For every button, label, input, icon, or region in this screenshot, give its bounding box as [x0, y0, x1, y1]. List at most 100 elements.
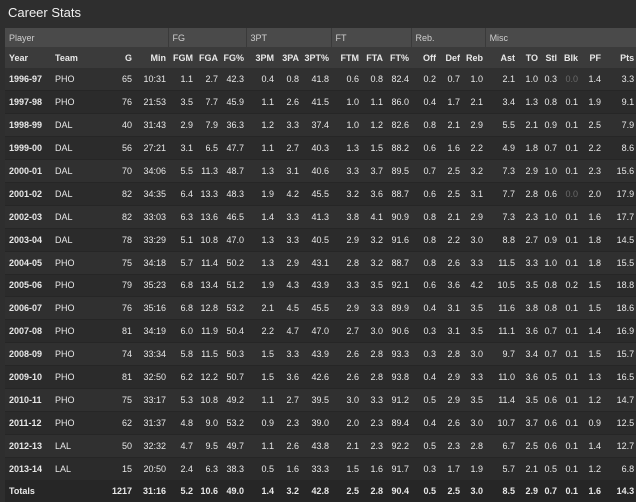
cell-ftm: 3.0: [346, 394, 360, 405]
cell-reb: 3.2: [470, 166, 484, 176]
cell-min: 20:50: [143, 463, 167, 474]
cell-def: 2.8: [447, 349, 461, 360]
cell-pf: 1.3: [588, 372, 602, 383]
col-header-min: Min: [150, 52, 167, 63]
cell-ftm: 1.0: [346, 97, 360, 108]
cell-to: 1.3: [525, 97, 539, 108]
cell-reb: 3.0: [470, 417, 484, 428]
totals-label: Totals: [9, 486, 35, 497]
cell-fg-pct: 50.3: [226, 349, 245, 360]
cell-fgm: 5.3: [180, 394, 194, 405]
cell-fga: 9.5: [205, 440, 219, 451]
cell-ast: 7.7: [502, 188, 516, 199]
cell-blk: 0.1: [565, 463, 579, 474]
cell-fg-pct: 53.2: [226, 417, 245, 428]
cell-stl: 1.0: [544, 257, 558, 268]
cell-3pt-pct: 40.3: [311, 143, 330, 154]
cell-year: 2002-03: [9, 211, 43, 222]
cell-pf: 1.2: [588, 394, 602, 405]
cell-year: 2009-10: [9, 372, 43, 383]
cell-off: 0.8: [423, 211, 437, 222]
cell-ft-pct: 90.6: [391, 326, 410, 337]
cell-blk: 0.1: [565, 120, 579, 131]
cell-min: 31:43: [143, 120, 167, 131]
col-header-to: TO: [525, 52, 539, 63]
cell-min: 35:16: [143, 303, 167, 314]
cell-3pt-pct: 43.8: [311, 440, 330, 451]
cell-team: DAL: [55, 188, 73, 199]
col-header-blk: Blk: [564, 52, 579, 63]
col-header-reb: Reb: [466, 52, 484, 63]
cell-ft-pct: 92.2: [391, 440, 410, 451]
cell-fga: 11.9: [201, 326, 219, 337]
table-row: 2002-03 DAL 82 33:03 6.3 13.6 46.5 1.4 3.3 41.3 3.…: [5, 205, 636, 229]
cell-3pt-pct: 41.3: [311, 211, 330, 222]
cell-reb: 3.3: [470, 372, 484, 383]
cell-to: 2.3: [525, 211, 539, 222]
cell-3pa: 3.3: [286, 120, 300, 131]
cell-ftm: 2.9: [346, 303, 360, 314]
cell-off: 0.4: [423, 97, 437, 108]
col-header-ft-pct: FT%: [390, 52, 410, 63]
cell-fgm: 3.1: [180, 143, 194, 154]
table-row: 2005-06 PHO 79 35:23 6.8 13.4 51.2 1.9 4.3 43.9 3.…: [5, 274, 636, 297]
cell-year: 1998-99: [9, 120, 43, 131]
totals-off: 0.5: [423, 486, 437, 497]
cell-min: 33:03: [143, 211, 167, 222]
cell-year: 2004-05: [9, 257, 43, 268]
cell-stl: 0.7: [544, 326, 558, 337]
cell-to: 2.8: [525, 188, 539, 199]
cell-year: 2013-14: [9, 463, 43, 474]
cell-pf: 2.2: [588, 143, 602, 154]
totals-ast: 8.5: [502, 486, 516, 497]
cell-year: 1999-00: [9, 143, 43, 154]
col-header-fgm: FGM: [173, 52, 194, 63]
cell-pts: 9.1: [621, 97, 635, 108]
cell-min: 32:32: [143, 440, 167, 451]
cell-to: 2.1: [525, 463, 539, 474]
cell-ftm: 3.3: [346, 166, 360, 176]
cell-pts: 12.7: [616, 440, 635, 451]
cell-off: 0.8: [423, 234, 437, 245]
cell-3pm: 1.3: [261, 166, 275, 176]
cell-3pm: 0.4: [261, 74, 275, 85]
table-row: 1998-99 DAL 40 31:43 2.9 7.9 36.3 1.2 3.3 37.4 1.0…: [5, 113, 636, 137]
cell-fta: 3.7: [370, 166, 384, 176]
cell-min: 33:29: [143, 234, 167, 245]
cell-reb: 3.1: [470, 188, 484, 199]
cell-off: 0.8: [423, 120, 437, 131]
cell-fga: 12.2: [200, 372, 219, 383]
cell-blk: 0.0: [565, 74, 579, 85]
cell-team: LAL: [55, 463, 72, 474]
cell-def: 2.1: [447, 120, 461, 131]
cell-3pa: 2.7: [286, 143, 300, 154]
cell-ast: 4.9: [502, 143, 516, 154]
cell-fgm: 4.7: [180, 440, 194, 451]
cell-fg-pct: 48.7: [226, 166, 245, 176]
cell-fgm: 4.8: [180, 417, 194, 428]
group-player: Player: [9, 32, 35, 43]
cell-3pa: 2.6: [286, 97, 300, 108]
cell-year: 1996-97: [9, 74, 43, 85]
cell-year: 2006-07: [9, 303, 43, 314]
group-3pt: 3PT: [245, 28, 332, 47]
cell-reb: 2.9: [470, 211, 484, 222]
cell-min: 34:35: [143, 188, 167, 199]
cell-3pt-pct: 47.0: [311, 326, 330, 337]
cell-blk: 0.1: [565, 349, 579, 360]
cell-pts: 18.6: [616, 303, 635, 314]
cell-g: 82: [121, 211, 132, 222]
cell-3pa: 4.3: [286, 280, 300, 291]
cell-year: 2001-02: [9, 188, 43, 199]
panel-title: Career Stats: [8, 5, 81, 20]
cell-fgm: 2.4: [180, 463, 194, 474]
cell-ft-pct: 82.6: [391, 120, 410, 131]
cell-def: 2.9: [447, 394, 461, 405]
cell-3pm: 1.5: [261, 349, 275, 360]
cell-3pa: 0.8: [286, 74, 300, 85]
col-header-3pa: 3PA: [282, 52, 300, 63]
cell-3pt-pct: 33.3: [311, 463, 330, 474]
cell-fg-pct: 50.2: [226, 257, 245, 268]
cell-fta: 0.8: [370, 74, 384, 85]
cell-g: 74: [121, 349, 132, 360]
